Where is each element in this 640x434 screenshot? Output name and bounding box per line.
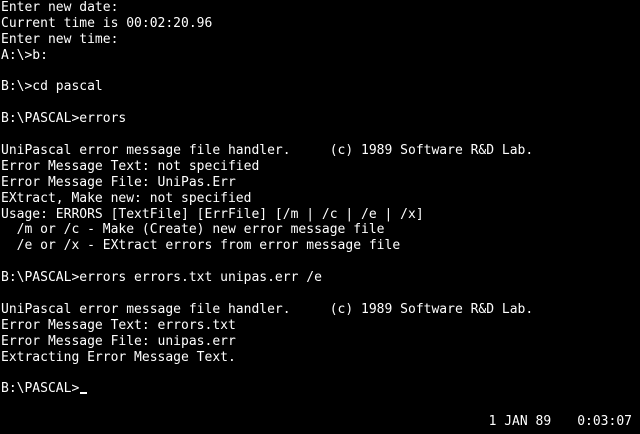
terminal-line: Enter new date: (1, 0, 119, 15)
terminal-output: Enter new date: Current time is 00:02:20… (1, 0, 637, 397)
terminal-line: Current time is 00:02:20.96 (1, 15, 213, 31)
terminal-line: B:\PASCAL>errors errors.txt unipas.err /… (1, 270, 322, 286)
text-cursor (80, 392, 88, 395)
terminal-screen[interactable]: Enter new date: Current time is 00:02:20… (0, 0, 640, 434)
terminal-line: /m or /c - Make (Create) new error messa… (1, 222, 385, 238)
terminal-line: UniPascal error message file handler. (c… (1, 301, 534, 317)
command-prompt: B:\PASCAL> (1, 381, 80, 397)
terminal-line: Extracting Error Message Text. (1, 349, 236, 365)
terminal-line: Error Message Text: not specified (1, 158, 260, 174)
status-date: 1 JAN 89 (488, 414, 552, 429)
terminal-line: B:\>cd pascal (1, 79, 103, 95)
terminal-line: Enter new time: (1, 31, 119, 47)
status-bar: 1 JAN 89 0:03:07 (0, 414, 632, 432)
terminal-line: Error Message File: UniPas.Err (1, 174, 236, 190)
status-time: 0:03:07 (577, 414, 632, 429)
terminal-line: Error Message Text: errors.txt (1, 317, 236, 333)
terminal-line: /e or /x - EXtract errors from error mes… (1, 238, 401, 254)
terminal-line: UniPascal error message file handler. (c… (1, 143, 534, 159)
command-prompt-line[interactable]: B:\PASCAL> (1, 381, 637, 397)
terminal-line: B:\PASCAL>errors (1, 111, 127, 127)
terminal-line: Error Message File: unipas.err (1, 333, 236, 349)
terminal-line: A:\>b: (1, 47, 48, 63)
terminal-line: Usage: ERRORS [TextFile] [ErrFile] [/m |… (1, 206, 424, 222)
terminal-line: EXtract, Make new: not specified (1, 190, 252, 206)
